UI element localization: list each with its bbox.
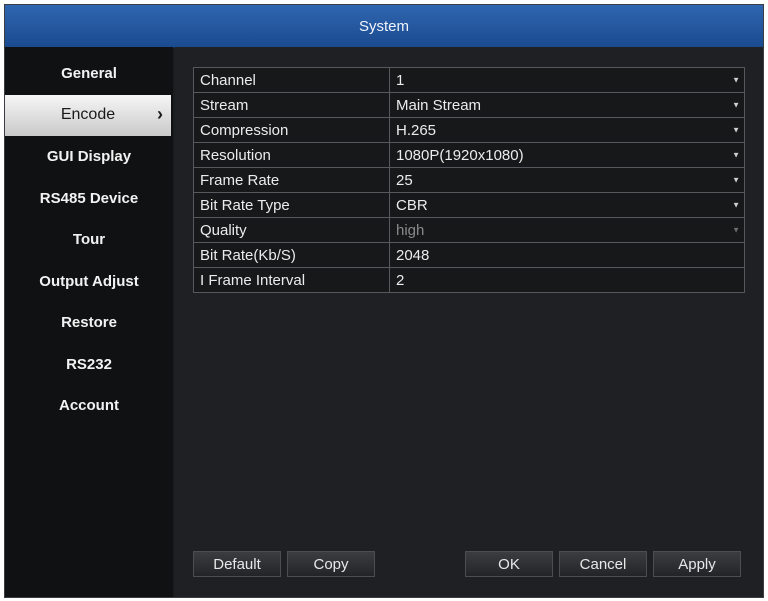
setting-row-compression: Compression H.265 ▼ <box>193 117 745 143</box>
sidebar: General Encode › GUI Display RS485 Devic… <box>5 47 173 597</box>
setting-value: H.265 <box>396 121 437 139</box>
resolution-select[interactable]: 1080P(1920x1080) ▼ <box>389 142 745 168</box>
setting-value: 1 <box>396 71 405 89</box>
sidebar-item-output-adjust[interactable]: Output Adjust <box>5 261 173 303</box>
setting-row-resolution: Resolution 1080P(1920x1080) ▼ <box>193 142 745 168</box>
setting-label: Channel <box>193 67 390 93</box>
dropdown-arrow-icon: ▼ <box>732 225 740 235</box>
encode-panel: Channel 1 ▼ Stream Main Stream ▼ Compressi… <box>175 47 763 597</box>
sidebar-item-label: Restore <box>61 314 117 332</box>
compression-select[interactable]: H.265 ▼ <box>389 117 745 143</box>
apply-button[interactable]: Apply <box>653 551 741 577</box>
setting-value: 2048 <box>396 246 430 264</box>
cancel-button[interactable]: Cancel <box>559 551 647 577</box>
setting-label: Quality <box>193 217 390 243</box>
setting-row-channel: Channel 1 ▼ <box>193 67 745 93</box>
sidebar-item-label: Encode <box>60 106 116 124</box>
setting-value: 1080P(1920x1080) <box>396 146 524 164</box>
setting-row-bit-rate-type: Bit Rate Type CBR ▼ <box>193 192 745 218</box>
sidebar-item-rs485-device[interactable]: RS485 Device <box>5 178 173 220</box>
i-frame-interval-input[interactable]: 2 <box>389 267 745 293</box>
dropdown-arrow-icon: ▼ <box>732 100 740 110</box>
sidebar-item-general[interactable]: General <box>5 53 173 95</box>
setting-value: Main Stream <box>396 96 482 114</box>
bit-rate-type-select[interactable]: CBR ▼ <box>389 192 745 218</box>
setting-label: Resolution <box>193 142 390 168</box>
ok-button[interactable]: OK <box>465 551 553 577</box>
sidebar-item-label: Output Adjust <box>39 272 139 290</box>
setting-row-quality: Quality high ▼ <box>193 217 745 243</box>
chevron-right-icon: › <box>157 104 163 125</box>
sidebar-item-label: RS485 Device <box>39 189 139 207</box>
setting-value: 25 <box>396 171 413 189</box>
dropdown-arrow-icon: ▼ <box>732 200 740 210</box>
setting-value: CBR <box>396 196 428 214</box>
sidebar-item-label: GUI Display <box>46 148 132 166</box>
setting-label: Stream <box>193 92 390 118</box>
dropdown-arrow-icon: ▼ <box>732 125 740 135</box>
setting-label: Bit Rate Type <box>193 192 390 218</box>
sidebar-item-label: RS232 <box>66 355 112 373</box>
quality-select: high ▼ <box>389 217 745 243</box>
sidebar-item-label: General <box>61 65 117 83</box>
sidebar-item-tour[interactable]: Tour <box>5 219 173 261</box>
sidebar-item-encode[interactable]: Encode › <box>5 94 171 136</box>
setting-label: Frame Rate <box>193 167 390 193</box>
sidebar-item-label: Account <box>59 397 119 415</box>
dropdown-arrow-icon: ▼ <box>732 75 740 85</box>
setting-label: Compression <box>193 117 390 143</box>
setting-row-i-frame-interval: I Frame Interval 2 <box>193 267 745 293</box>
dropdown-arrow-icon: ▼ <box>732 175 740 185</box>
default-button[interactable]: Default <box>193 551 281 577</box>
setting-row-stream: Stream Main Stream ▼ <box>193 92 745 118</box>
channel-select[interactable]: 1 ▼ <box>389 67 745 93</box>
setting-row-frame-rate: Frame Rate 25 ▼ <box>193 167 745 193</box>
copy-button[interactable]: Copy <box>287 551 375 577</box>
stream-select[interactable]: Main Stream ▼ <box>389 92 745 118</box>
setting-label: Bit Rate(Kb/S) <box>193 242 390 268</box>
sidebar-item-rs232[interactable]: RS232 <box>5 344 173 386</box>
sidebar-item-gui-display[interactable]: GUI Display <box>5 136 173 178</box>
setting-label: I Frame Interval <box>193 267 390 293</box>
setting-value: 2 <box>396 271 405 289</box>
frame-rate-select[interactable]: 25 ▼ <box>389 167 745 193</box>
system-window: System General Encode › GUI Display RS48… <box>4 4 764 598</box>
setting-row-bit-rate: Bit Rate(Kb/S) 2048 <box>193 242 745 268</box>
bit-rate-input[interactable]: 2048 <box>389 242 745 268</box>
encode-settings-table: Channel 1 ▼ Stream Main Stream ▼ Compressi… <box>193 67 745 293</box>
setting-value: high <box>396 221 425 239</box>
window-title: System <box>5 5 763 48</box>
dropdown-arrow-icon: ▼ <box>732 150 740 160</box>
sidebar-item-restore[interactable]: Restore <box>5 302 173 344</box>
sidebar-item-label: Tour <box>72 231 106 249</box>
sidebar-item-account[interactable]: Account <box>5 385 173 427</box>
